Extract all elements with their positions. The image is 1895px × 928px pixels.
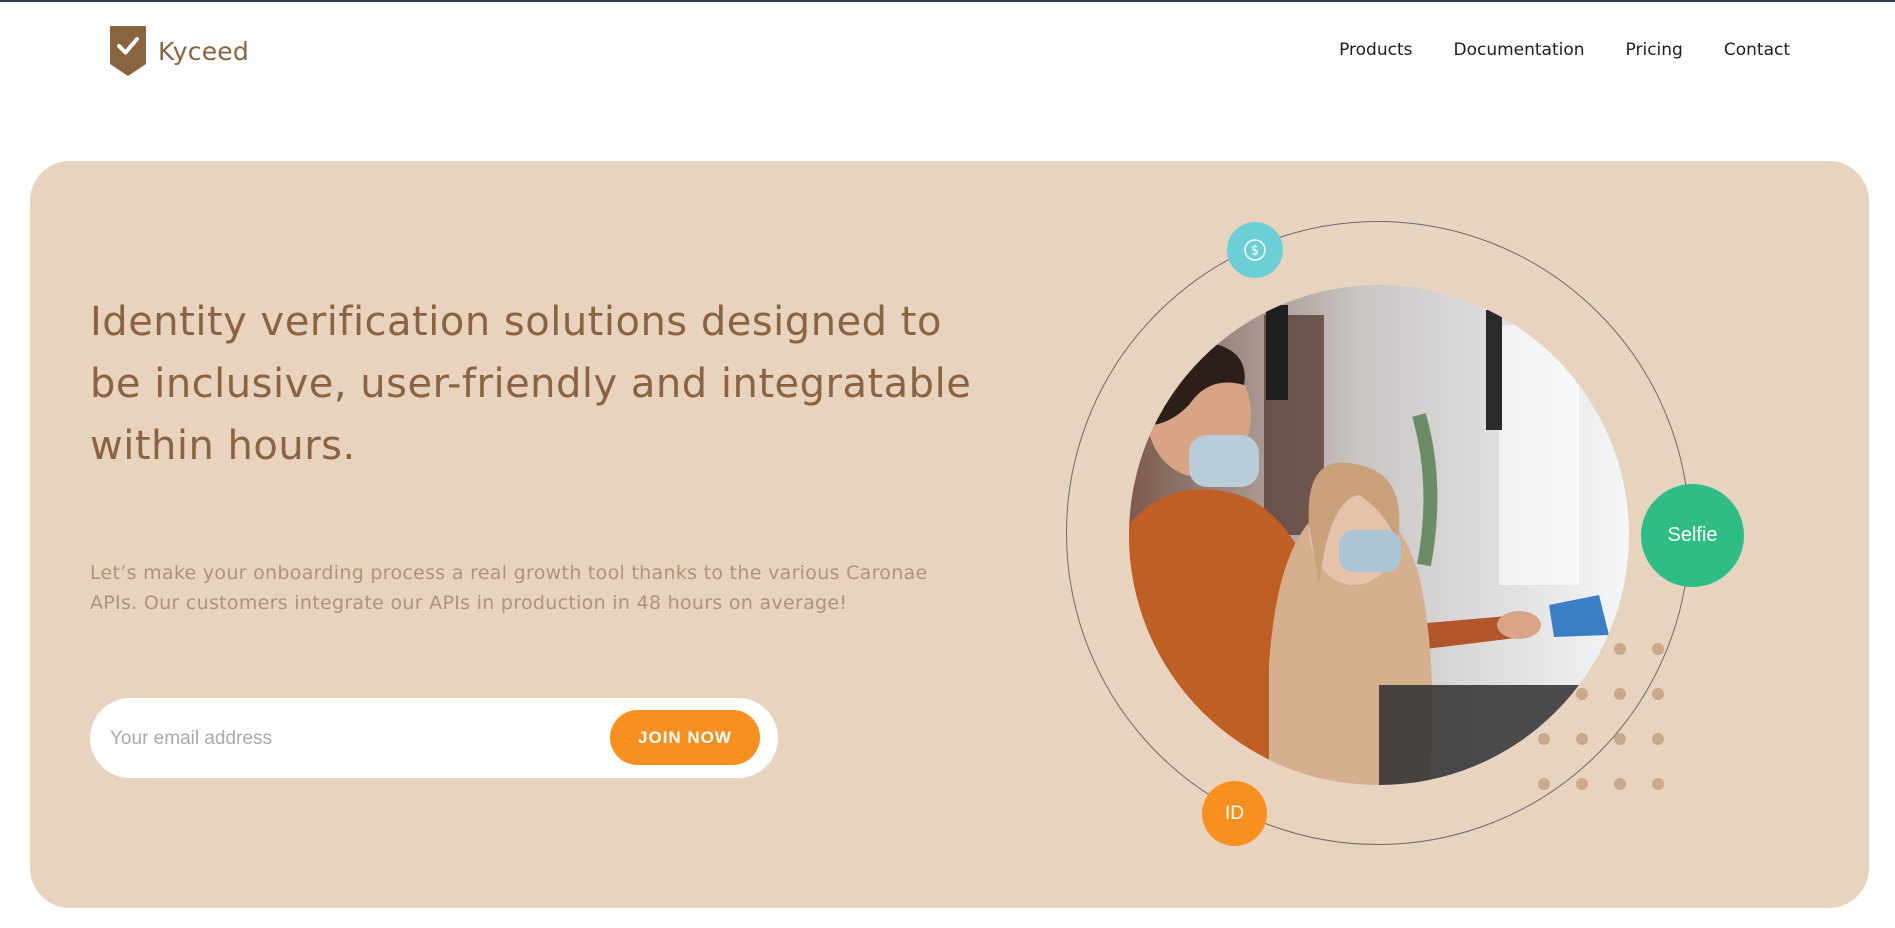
brand-name: Kyceed bbox=[158, 36, 249, 66]
nav-pricing[interactable]: Pricing bbox=[1626, 40, 1683, 60]
nav-contact[interactable]: Contact bbox=[1724, 40, 1790, 60]
selfie-badge: Selfie bbox=[1641, 484, 1744, 587]
dollar-coin-icon: $ bbox=[1227, 222, 1283, 278]
email-input[interactable] bbox=[108, 698, 572, 780]
hero-headline: Identity verification solutions designed… bbox=[90, 299, 972, 469]
site-header: Kyceed Products Documentation Pricing Co… bbox=[0, 0, 1895, 100]
shield-check-icon bbox=[110, 26, 146, 76]
svg-text:$: $ bbox=[1251, 244, 1259, 259]
join-now-button[interactable]: JOIN NOW bbox=[610, 710, 760, 765]
hero-subtext: Let’s make your onboarding process a rea… bbox=[90, 562, 928, 614]
signup-form: JOIN NOW bbox=[90, 698, 778, 780]
people-paying-at-counter-photo bbox=[1129, 285, 1629, 785]
nav-documentation[interactable]: Documentation bbox=[1453, 40, 1584, 60]
id-badge: ID bbox=[1202, 781, 1267, 846]
main-nav: Products Documentation Pricing Contact bbox=[1298, 40, 1790, 60]
nav-products[interactable]: Products bbox=[1339, 40, 1412, 60]
hero-section: Identity verification solutions designed… bbox=[30, 161, 1869, 908]
brand-logo-link[interactable]: Kyceed bbox=[110, 26, 249, 76]
